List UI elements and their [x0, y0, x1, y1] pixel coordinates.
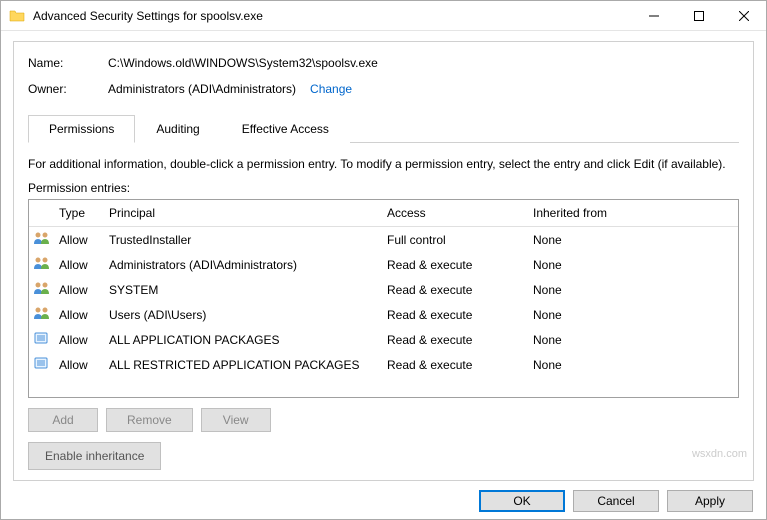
name-value: C:\Windows.old\WINDOWS\System32\spoolsv.… — [108, 56, 378, 70]
cell-access: Read & execute — [383, 281, 529, 299]
table-row[interactable]: AllowUsers (ADI\Users)Read & executeNone — [29, 302, 738, 327]
watermark: wsxdn.com — [692, 448, 747, 460]
users-icon — [29, 253, 55, 276]
package-icon — [29, 353, 55, 376]
cell-type: Allow — [55, 356, 105, 374]
users-icon — [29, 303, 55, 326]
titlebar: Advanced Security Settings for spoolsv.e… — [1, 1, 766, 31]
table-row[interactable]: AllowALL RESTRICTED APPLICATION PACKAGES… — [29, 352, 738, 377]
table-row[interactable]: AllowSYSTEMRead & executeNone — [29, 277, 738, 302]
cell-inherited: None — [529, 331, 738, 349]
header-type[interactable]: Type — [55, 204, 105, 222]
table-row[interactable]: AllowALL APPLICATION PACKAGESRead & exec… — [29, 327, 738, 352]
main-panel: Name: C:\Windows.old\WINDOWS\System32\sp… — [13, 41, 754, 481]
cell-inherited: None — [529, 306, 738, 324]
tab-permissions[interactable]: Permissions — [28, 115, 135, 143]
header-principal[interactable]: Principal — [105, 204, 383, 222]
tab-effective-access[interactable]: Effective Access — [221, 115, 350, 143]
cell-access: Full control — [383, 231, 529, 249]
owner-row: Owner: Administrators (ADI\Administrator… — [28, 82, 739, 96]
name-label: Name: — [28, 56, 108, 70]
view-button[interactable]: View — [201, 408, 271, 432]
name-row: Name: C:\Windows.old\WINDOWS\System32\sp… — [28, 56, 739, 70]
entries-label: Permission entries: — [28, 181, 739, 195]
add-button[interactable]: Add — [28, 408, 98, 432]
cell-principal: ALL RESTRICTED APPLICATION PACKAGES — [105, 356, 383, 374]
table-header: Type Principal Access Inherited from — [29, 200, 738, 227]
close-button[interactable] — [721, 1, 766, 30]
enable-inheritance-button[interactable]: Enable inheritance — [28, 442, 161, 470]
maximize-button[interactable] — [676, 1, 721, 30]
users-icon — [29, 278, 55, 301]
dialog-footer: OK Cancel Apply — [479, 490, 753, 512]
cell-inherited: None — [529, 356, 738, 374]
cell-type: Allow — [55, 306, 105, 324]
permission-entries-table: Type Principal Access Inherited from All… — [28, 199, 739, 398]
remove-button[interactable]: Remove — [106, 408, 193, 432]
table-row[interactable]: AllowTrustedInstallerFull controlNone — [29, 227, 738, 252]
cell-type: Allow — [55, 281, 105, 299]
folder-icon — [9, 8, 25, 24]
cell-principal: SYSTEM — [105, 281, 383, 299]
cell-access: Read & execute — [383, 356, 529, 374]
header-inherited[interactable]: Inherited from — [529, 204, 738, 222]
package-icon — [29, 328, 55, 351]
content-area: Name: C:\Windows.old\WINDOWS\System32\sp… — [1, 31, 766, 491]
cell-principal: TrustedInstaller — [105, 231, 383, 249]
cell-access: Read & execute — [383, 331, 529, 349]
owner-value: Administrators (ADI\Administrators) — [108, 82, 296, 96]
apply-button[interactable]: Apply — [667, 490, 753, 512]
entry-buttons: Add Remove View — [28, 408, 739, 432]
change-owner-link[interactable]: Change — [310, 82, 352, 96]
cell-access: Read & execute — [383, 306, 529, 324]
cell-inherited: None — [529, 281, 738, 299]
window-controls — [631, 1, 766, 30]
cell-principal: Administrators (ADI\Administrators) — [105, 256, 383, 274]
cell-access: Read & execute — [383, 256, 529, 274]
cell-principal: Users (ADI\Users) — [105, 306, 383, 324]
cell-type: Allow — [55, 256, 105, 274]
ok-button[interactable]: OK — [479, 490, 565, 512]
owner-label: Owner: — [28, 82, 108, 96]
cancel-button[interactable]: Cancel — [573, 490, 659, 512]
minimize-button[interactable] — [631, 1, 676, 30]
cell-principal: ALL APPLICATION PACKAGES — [105, 331, 383, 349]
tabs: Permissions Auditing Effective Access — [28, 114, 739, 143]
header-icon — [29, 204, 55, 222]
entries-body: AllowTrustedInstallerFull controlNoneAll… — [29, 227, 738, 377]
instruction-text: For additional information, double-click… — [28, 157, 739, 171]
table-row[interactable]: AllowAdministrators (ADI\Administrators)… — [29, 252, 738, 277]
cell-type: Allow — [55, 331, 105, 349]
header-access[interactable]: Access — [383, 204, 529, 222]
window-title: Advanced Security Settings for spoolsv.e… — [33, 9, 631, 23]
cell-type: Allow — [55, 231, 105, 249]
cell-inherited: None — [529, 231, 738, 249]
cell-inherited: None — [529, 256, 738, 274]
tab-auditing[interactable]: Auditing — [135, 115, 220, 143]
users-icon — [29, 228, 55, 251]
